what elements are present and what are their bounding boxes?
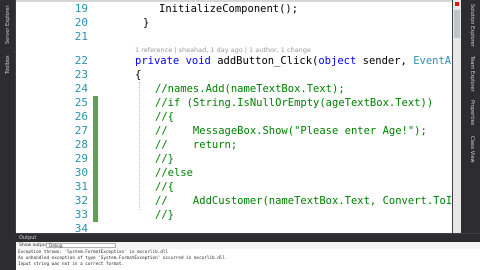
line-number: 27: [74, 124, 88, 137]
code-line-comment: // MessageBox.Show("Please enter Age!");: [155, 125, 427, 137]
line-number: 20: [74, 16, 88, 29]
code-line-comment: //{: [155, 181, 174, 193]
change-indicator: [93, 124, 98, 138]
code-line-comment: //names.Add(nameTextBox.Text);: [155, 83, 345, 95]
output-line: Input string was not in a correct format…: [18, 262, 125, 267]
tab-server-explorer[interactable]: Server Explorer: [2, 4, 14, 44]
code-line-comment: //else: [155, 167, 193, 179]
line-number: 33: [74, 208, 88, 221]
indent-guide: [139, 82, 140, 210]
line-number: 31: [74, 180, 88, 193]
line-number: 23: [74, 68, 88, 81]
line-number: 21: [74, 30, 88, 43]
tab-solution-explorer[interactable]: Solution Explorer: [466, 4, 478, 50]
vertical-scrollbar[interactable]: [453, 0, 461, 233]
code-line: InitializeComponent();: [159, 3, 299, 15]
code-line-comment: //}: [155, 153, 174, 165]
tab-team-explorer[interactable]: Team Explorer: [466, 56, 478, 94]
output-text[interactable]: Exception thrown: 'System.FormatExceptio…: [18, 250, 225, 268]
code-line-comment: // AddCustomer(nameTextBox.Text, Convert…: [155, 195, 480, 207]
code-line-comment: //if (String.IsNullOrEmpty(ageTextBox.Te…: [155, 97, 434, 109]
code-line-comment: //}: [155, 209, 174, 221]
change-indicator: [93, 166, 98, 180]
change-indicator: [93, 138, 98, 152]
tab-class-view[interactable]: Class View: [466, 136, 478, 166]
line-number: 24: [74, 82, 88, 95]
line-number: 30: [74, 166, 88, 179]
change-indicator: [93, 96, 98, 110]
change-indicator: [93, 180, 98, 194]
output-panel: Output Show output from: Debug Exception…: [16, 233, 480, 270]
line-number: 26: [74, 110, 88, 123]
code-line-comment: //{: [155, 111, 174, 123]
right-tool-strip: Solution Explorer Team Explorer Properti…: [452, 0, 480, 233]
output-toolbar: Show output from: Debug: [16, 242, 480, 249]
line-number-gutter: 19 20 21 22 23 24 25 26 27 28 29 30 31 3…: [16, 2, 92, 235]
error-marker: [455, 2, 459, 6]
tab-toolbox[interactable]: Toolbox: [2, 48, 14, 74]
line-number: 32: [74, 194, 88, 207]
code-line: }: [143, 17, 150, 29]
scroll-thumb[interactable]: [454, 10, 460, 38]
line-number: 29: [74, 152, 88, 165]
left-tool-strip: Server Explorer Toolbox: [0, 0, 16, 233]
change-indicator: [93, 152, 98, 166]
code-editor[interactable]: 19 20 21 22 23 24 25 26 27 28 29 30 31 3…: [16, 0, 480, 235]
line-number: 25: [74, 96, 88, 109]
line-number: 28: [74, 138, 88, 151]
code-line-comment: // return;: [155, 139, 238, 151]
change-indicator: [93, 194, 98, 208]
output-source-select[interactable]: Debug: [46, 243, 116, 248]
change-indicator: [93, 110, 98, 124]
code-line: {: [135, 69, 142, 81]
code-line-signature: private void addButton_Click(object send…: [135, 55, 480, 67]
line-number: 22: [74, 54, 88, 67]
tab-properties[interactable]: Properties: [466, 100, 478, 130]
line-number: 19: [74, 2, 88, 15]
output-title: Output: [16, 234, 480, 242]
change-indicator: [93, 208, 98, 222]
